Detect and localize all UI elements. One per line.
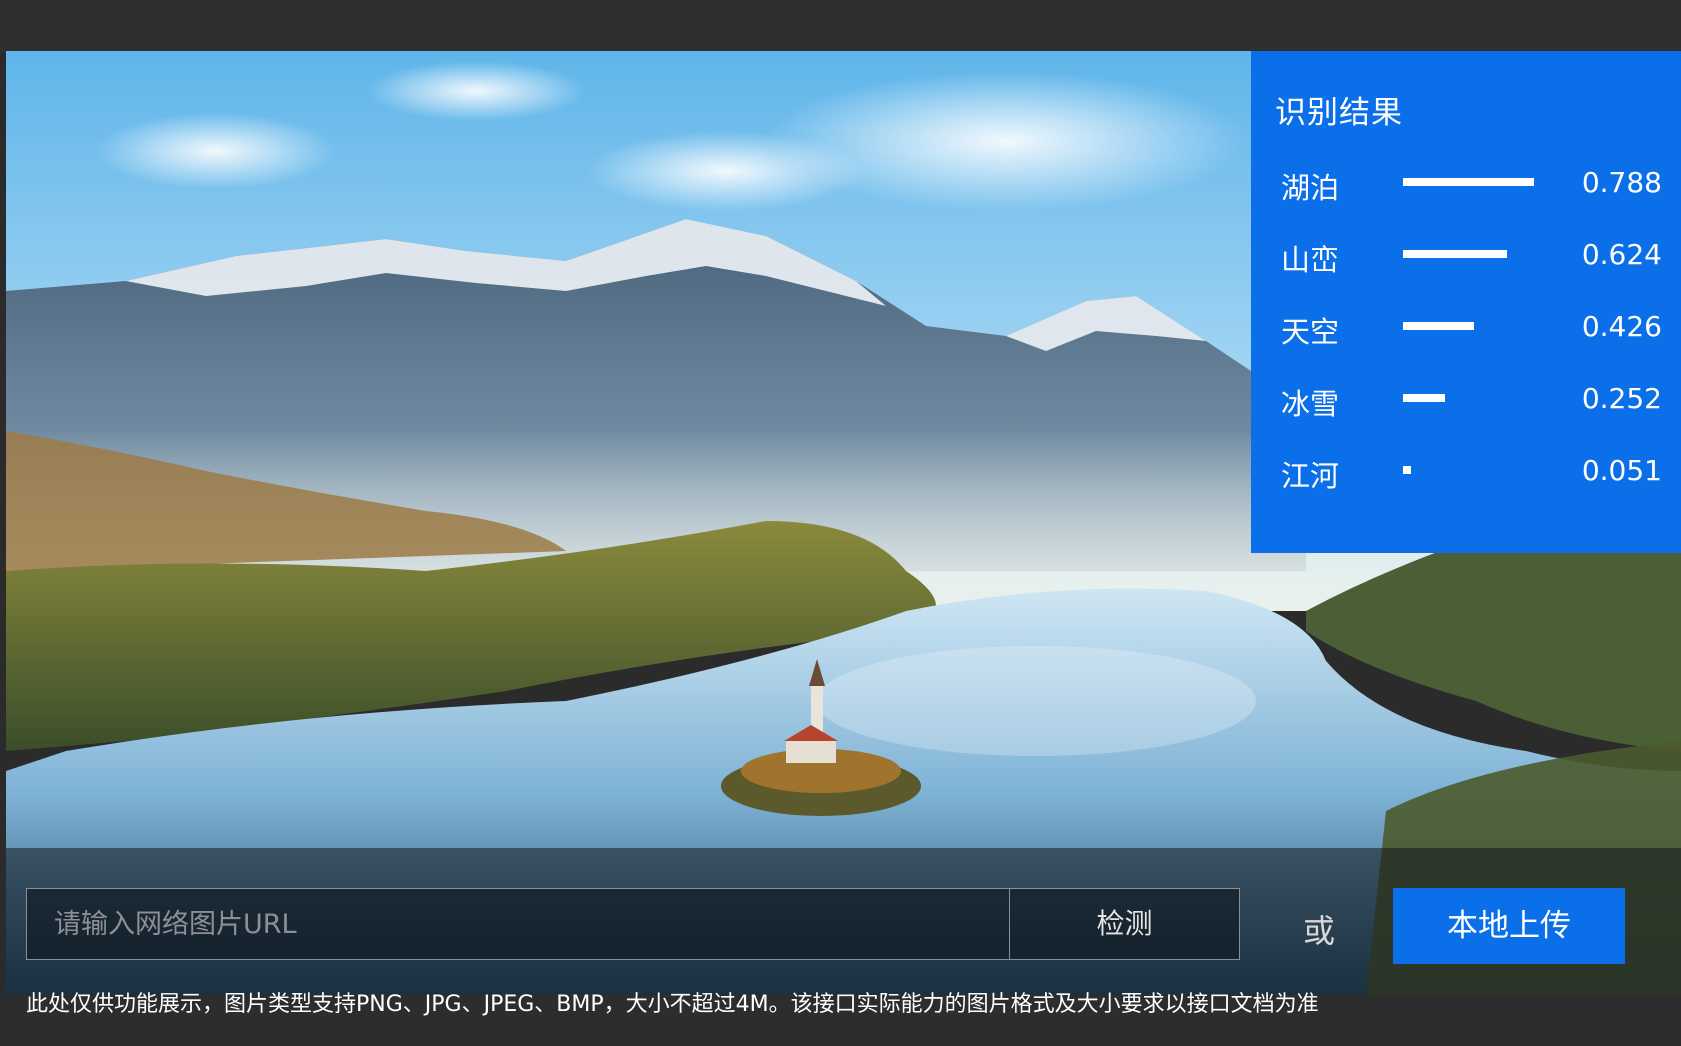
- top-bar: [0, 0, 1681, 52]
- control-strip: 检测 或 本地上传: [6, 848, 1681, 995]
- result-score: 0.252: [1581, 382, 1662, 415]
- detect-button[interactable]: 检测: [1009, 888, 1240, 960]
- score-bar-fill: [1403, 466, 1411, 474]
- result-label: 山峦: [1281, 243, 1340, 277]
- result-score: 0.788: [1581, 166, 1662, 199]
- result-row: 山峦 0.624: [1251, 233, 1681, 277]
- or-separator: 或: [1303, 912, 1336, 950]
- result-label: 江河: [1281, 459, 1340, 493]
- score-bar-fill: [1403, 178, 1534, 186]
- score-bar: [1403, 250, 1553, 258]
- result-label: 湖泊: [1281, 171, 1340, 205]
- result-row: 江河 0.051: [1251, 449, 1681, 493]
- score-bar-fill: [1403, 250, 1507, 258]
- result-score: 0.051: [1581, 454, 1662, 487]
- score-bar: [1403, 466, 1553, 474]
- result-score: 0.426: [1581, 310, 1662, 343]
- score-bar: [1403, 394, 1553, 402]
- score-bar-fill: [1403, 322, 1474, 330]
- result-row: 冰雪 0.252: [1251, 377, 1681, 421]
- local-upload-button[interactable]: 本地上传: [1393, 888, 1625, 964]
- score-bar-fill: [1403, 394, 1445, 402]
- result-row: 湖泊 0.788: [1251, 161, 1681, 205]
- result-label: 天空: [1281, 315, 1340, 349]
- result-label: 冰雪: [1281, 387, 1340, 421]
- result-row: 天空 0.426: [1251, 305, 1681, 349]
- result-title: 识别结果: [1275, 95, 1403, 131]
- format-note: 此处仅供功能展示，图片类型支持PNG、JPG、JPEG、BMP，大小不超过4M。…: [26, 992, 1319, 1017]
- image-url-input[interactable]: [26, 888, 1009, 960]
- result-score: 0.624: [1581, 238, 1662, 271]
- score-bar: [1403, 178, 1553, 186]
- score-bar: [1403, 322, 1553, 330]
- recognition-result-panel: 识别结果 湖泊 0.788 山峦 0.624 天空 0.426 冰雪 0.252…: [1251, 51, 1681, 553]
